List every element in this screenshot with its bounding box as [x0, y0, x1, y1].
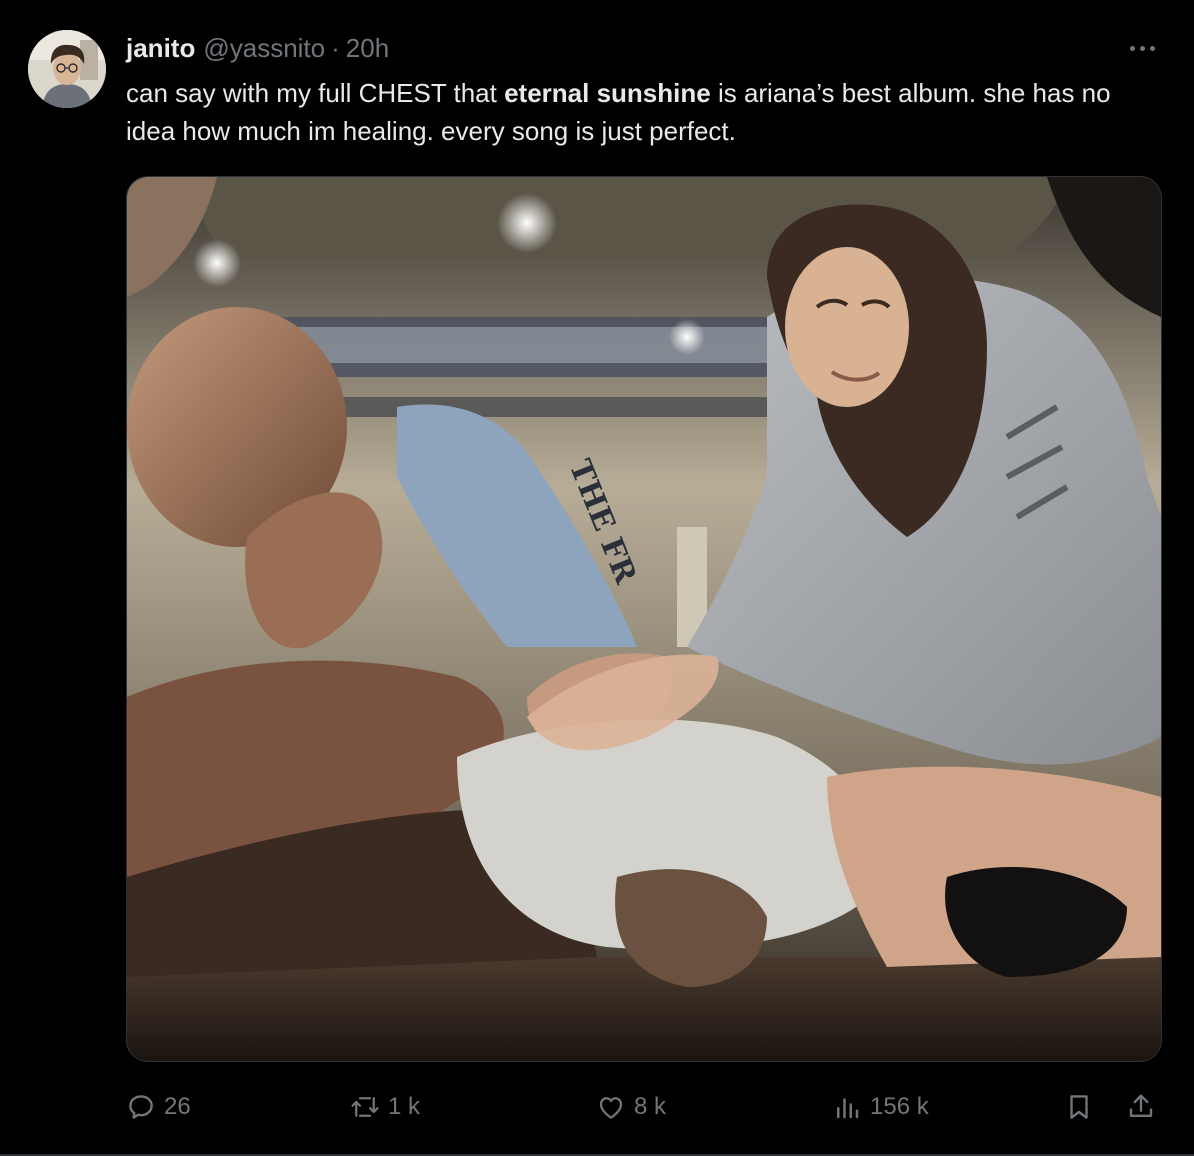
- bookmark-icon: [1070, 1095, 1088, 1119]
- share-button[interactable]: [1126, 1086, 1156, 1128]
- timestamp[interactable]: 20h: [346, 30, 389, 66]
- display-name[interactable]: janito: [126, 30, 195, 66]
- retweet-icon: [351, 1097, 379, 1117]
- tweet-text: can say with my full CHEST that eternal …: [126, 74, 1146, 150]
- more-options-icon[interactable]: [1124, 34, 1160, 62]
- user-handle[interactable]: @yassnito: [203, 30, 325, 66]
- separator-dot: ·: [331, 33, 340, 63]
- retweet-button[interactable]: 1 k: [350, 1086, 420, 1128]
- reply-count: 26: [164, 1093, 191, 1120]
- tweet-text-bold: eternal sunshine: [504, 78, 711, 108]
- reply-button[interactable]: 26: [126, 1086, 191, 1128]
- tweet-text-part-1: can say with my full CHEST that: [126, 78, 505, 108]
- heart-icon: [599, 1097, 623, 1119]
- tweet-header: janito @yassnito · 20h: [126, 30, 389, 66]
- bookmark-button[interactable]: [1064, 1086, 1094, 1128]
- views-button[interactable]: 156 k: [832, 1086, 929, 1128]
- like-button[interactable]: 8 k: [596, 1086, 666, 1128]
- photo: THE FR: [127, 177, 1161, 1061]
- avatar[interactable]: [28, 30, 106, 108]
- tweet[interactable]: janito @yassnito · 20h can say with my f…: [0, 0, 1194, 1156]
- views-chart-icon: [837, 1098, 859, 1119]
- reply-icon: [129, 1095, 153, 1119]
- like-count: 8 k: [634, 1093, 667, 1120]
- view-count: 156 k: [870, 1093, 929, 1120]
- tweet-media-image[interactable]: THE FR: [126, 176, 1162, 1062]
- tweet-actions: 26 1 k 8 k 156 k: [126, 1086, 1160, 1128]
- retweet-count: 1 k: [388, 1093, 421, 1120]
- avatar-image: [28, 30, 106, 108]
- share-icon: [1129, 1094, 1153, 1117]
